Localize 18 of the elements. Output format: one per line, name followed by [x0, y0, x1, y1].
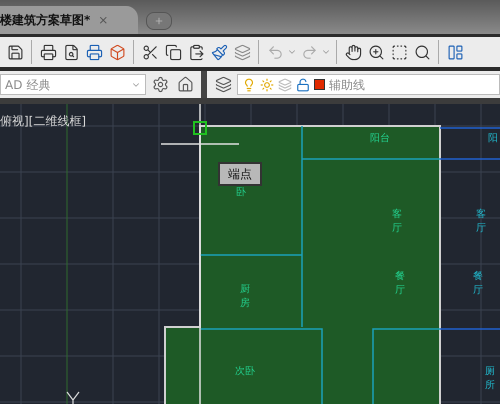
snap-tooltip: 端点 — [218, 162, 262, 186]
document-tab[interactable]: 楼建筑方案草图* × — [0, 6, 138, 34]
room-label: 阳 — [488, 133, 498, 144]
viewport-label[interactable]: 俯视][二维线框] — [0, 112, 86, 130]
room-label: 厕所 — [485, 366, 495, 391]
room-label: 餐厅 — [473, 271, 483, 296]
room-label: 阳台 — [370, 133, 390, 144]
room-label: 客厅 — [392, 209, 402, 234]
tab-title: 楼建筑方案草图* — [0, 12, 90, 29]
layer-dropdown[interactable]: 辅助线 — [237, 74, 500, 95]
drawing-canvas[interactable]: 阳台 卧 阳 客厅 客厅 厨房 餐厅 餐厅 次卧 厕所 俯视][二维线框] 端点 — [0, 104, 500, 404]
room-label: 次卧 — [235, 366, 255, 377]
room-label: 客厅 — [476, 209, 486, 234]
room-label: 卧 — [236, 187, 246, 198]
workspace-dropdown[interactable]: AD 经典 — [0, 74, 146, 95]
room-label: 餐厅 — [395, 271, 405, 296]
room-label: 厨房 — [240, 284, 250, 309]
layer-name: 辅助线 — [329, 76, 365, 94]
